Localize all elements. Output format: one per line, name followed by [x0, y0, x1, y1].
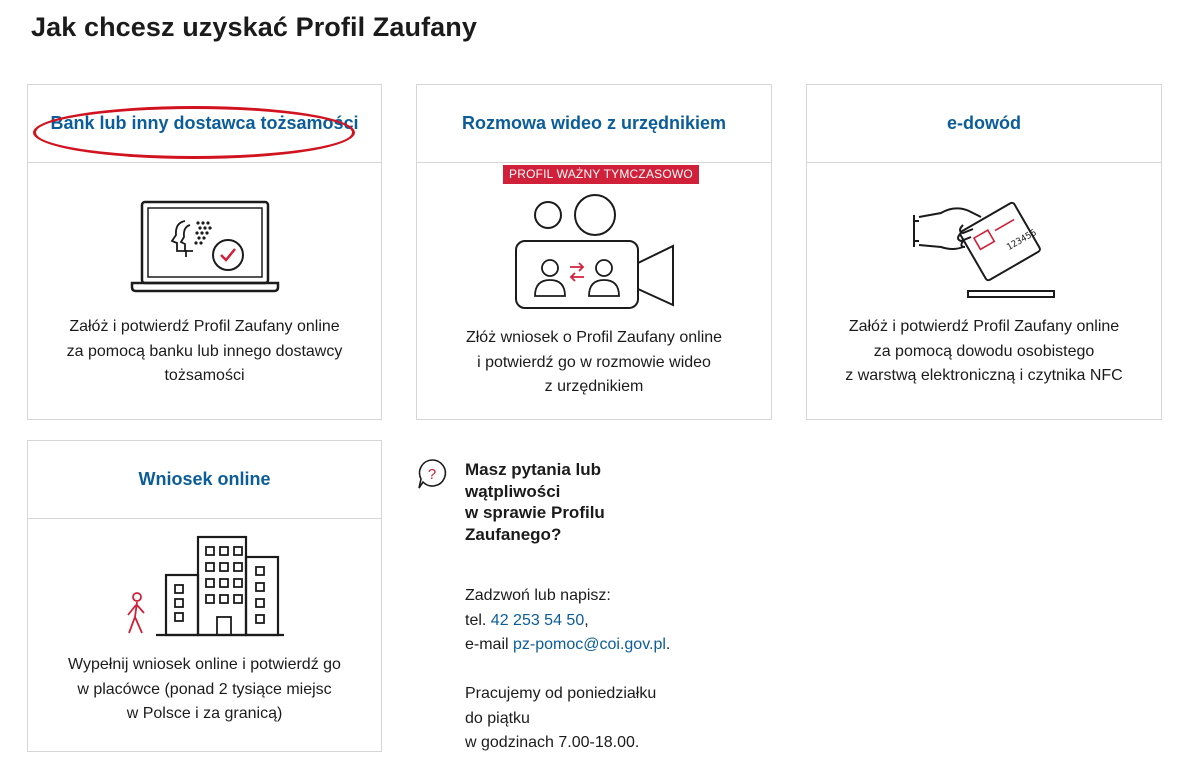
card-description: Złóż wniosek o Profil Zaufany online i p…: [465, 329, 723, 395]
question-bubble-icon: ?: [418, 459, 447, 489]
card-header: Bank lub inny dostawca tożsamości: [28, 85, 381, 163]
card-description: Załóż i potwierdź Profil Zaufany online …: [66, 318, 343, 384]
email-row: e-mail pz-pomoc@coi.gov.pl.: [465, 636, 671, 653]
card-e-id[interactable]: e-dowód 123456 Załóż i potwierdź Profil …: [806, 84, 1162, 420]
id-card-hand-icon: 123456: [913, 201, 1055, 298]
card-description: Załóż i potwierdź Profil Zaufany online …: [845, 318, 1123, 384]
hours-line: Pracujemy od poniedziałku: [465, 685, 657, 702]
card-header: Rozmowa wideo z urzędnikiem: [417, 85, 771, 163]
phone-link[interactable]: 42 253 54 50: [491, 612, 584, 629]
temporary-profile-badge: PROFIL WAŻNY TYMCZASOWO: [503, 165, 699, 184]
card-header: e-dowód: [807, 85, 1161, 163]
card-title-link[interactable]: Wniosek online: [138, 469, 270, 490]
page-title: Jak chcesz uzyskać Profil Zaufany: [31, 12, 478, 42]
hours-line: w godzinach 7.00-18.00.: [465, 734, 640, 751]
contact-intro: Zadzwoń lub napisz:: [465, 587, 611, 604]
card-header: Wniosek online: [28, 441, 381, 519]
video-call-icon: [515, 194, 674, 309]
email-link[interactable]: pz-pomoc@coi.gov.pl: [513, 636, 666, 653]
buildings-walking-person-icon: [127, 535, 284, 637]
svg-text:?: ?: [428, 466, 436, 483]
card-video-call[interactable]: Rozmowa wideo z urzędnikiem PROFIL WAŻNY…: [416, 84, 772, 420]
laptop-identity-icon: [130, 200, 280, 293]
help-contact-info: Zadzwoń lub napisz: tel. 42 253 54 50, e…: [465, 584, 670, 756]
card-description: Wypełnij wniosek online i potwierdź go w…: [68, 656, 341, 722]
card-bank-identity-provider[interactable]: Bank lub inny dostawca tożsamości Załóż …: [27, 84, 382, 420]
card-title-link[interactable]: Bank lub inny dostawca tożsamości: [50, 113, 358, 134]
help-heading: Masz pytania lub wątpliwości w sprawie P…: [465, 460, 605, 544]
card-title-link[interactable]: Rozmowa wideo z urzędnikiem: [462, 113, 726, 134]
card-title-link[interactable]: e-dowód: [947, 113, 1021, 134]
hours-line: do piątku: [465, 709, 530, 727]
phone-row: tel. 42 253 54 50,: [465, 611, 589, 629]
card-online-application[interactable]: Wniosek online Wypełnij wniosek online i…: [27, 440, 382, 752]
